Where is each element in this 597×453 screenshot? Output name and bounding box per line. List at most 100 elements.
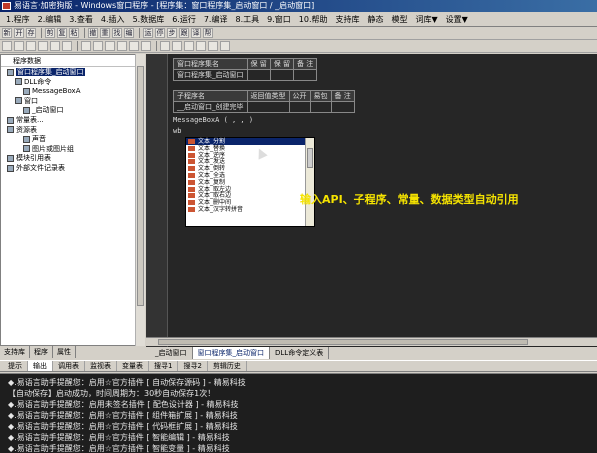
toolbar-button-icon[interactable]: 找 [112,28,122,38]
autocomplete-item[interactable]: 文本_汉字转拼音 [186,206,314,213]
align-button-icon[interactable] [220,41,230,51]
menu-item-1[interactable]: 2.编辑 [34,13,66,26]
sub-table-cell[interactable]: __启动窗口_创建完毕 [173,101,248,113]
align-button-icon[interactable] [129,41,139,51]
editor-tab-2[interactable]: DLL命令定义表 [270,347,330,359]
menu-item-6[interactable]: 7.编译 [200,13,232,26]
menu-item-5[interactable]: 6.运行 [168,13,200,26]
align-button-icon[interactable] [196,41,206,51]
toolbar-button-icon[interactable]: 撤 [88,28,98,38]
menu-item-4[interactable]: 5.数据库 [129,13,169,26]
tree-item[interactable]: 外部文件记录表 [7,164,65,173]
toolbar-button-icon[interactable]: 停 [155,28,165,38]
align-button-icon[interactable] [141,41,151,51]
code-line-1[interactable]: MessageBoxA ( , , ) [173,116,253,124]
autocomplete-item[interactable]: 文本_倒转 [186,165,314,172]
output-tab-0[interactable]: 提示 [3,361,28,371]
align-button-icon[interactable] [105,41,115,51]
toolbar-button-icon[interactable]: 帮 [203,28,213,38]
autocomplete-item[interactable]: 文本_全选 [186,172,314,179]
align-button-icon[interactable] [38,41,48,51]
menu-item-3[interactable]: 4.插入 [97,13,129,26]
autocomplete-item[interactable]: 文本_删中间 [186,199,314,206]
tree-item[interactable]: _启动窗口 [23,106,64,115]
tree-item[interactable]: DLL命令 [15,78,51,87]
menu-item-0[interactable]: 1.程序 [2,13,34,26]
class-table-cell[interactable]: 窗口程序集_启动窗口 [173,69,248,81]
editor-tab-1[interactable]: 窗口程序集_启动窗口 [192,347,270,359]
align-button-icon[interactable] [26,41,36,51]
output-tab-3[interactable]: 监视表 [85,361,117,371]
menu-item-14[interactable]: 设置▼ [442,13,472,26]
toolbar-button-icon[interactable]: 重 [100,28,110,38]
align-button-icon[interactable] [172,41,182,51]
tree-item[interactable]: 声音 [23,135,46,144]
menu-item-2[interactable]: 3.查看 [65,13,97,26]
code-line-2[interactable]: wb [173,127,181,135]
class-table-header: 保 留 [269,58,294,70]
sub-table-cell[interactable] [246,101,290,113]
sub-table-cell[interactable] [309,101,332,113]
left-tab-0[interactable]: 支持库 [0,346,30,358]
output-tab-7[interactable]: 剪辑历史 [208,361,247,371]
tree-scroll-thumb[interactable] [137,66,144,306]
menu-item-7[interactable]: 8.工具 [231,13,263,26]
align-button-icon[interactable] [2,41,12,51]
menu-item-9[interactable]: 10.帮助 [295,13,332,26]
output-tab-2[interactable]: 调用表 [53,361,85,371]
tree-item[interactable]: 图片或图片组 [23,145,74,154]
popup-scrollbar[interactable] [305,138,314,226]
toolbar-button-icon[interactable]: 跟 [179,28,189,38]
align-button-icon[interactable] [93,41,103,51]
align-button-icon[interactable] [81,41,91,51]
toolbar-button-icon[interactable]: 译 [191,28,201,38]
align-button-icon[interactable] [184,41,194,51]
align-button-icon[interactable] [117,41,127,51]
class-table-cell[interactable] [246,69,271,81]
toolbar-button-icon[interactable]: 剪 [45,28,55,38]
toolbar-button-icon[interactable]: 开 [14,28,24,38]
autocomplete-item[interactable]: 文本_替换 [186,145,314,152]
tree-item[interactable]: 窗口程序集_启动窗口 [7,68,85,77]
menu-item-8[interactable]: 9.窗口 [263,13,295,26]
toolbar-button-icon[interactable]: 编 [124,28,134,38]
tree-item[interactable]: 窗口 [15,97,38,106]
output-tab-6[interactable]: 搜寻2 [178,361,208,371]
menu-item-10[interactable]: 支持库 [332,13,364,26]
tree-item[interactable]: 常量表... [7,116,44,125]
sub-table-cell[interactable] [288,101,311,113]
tree-item[interactable]: MessageBoxA [23,87,80,96]
popup-scroll-thumb[interactable] [307,148,313,168]
autocomplete-item[interactable]: 文本_复制 [186,179,314,186]
left-tab-1[interactable]: 程序 [30,346,53,358]
align-button-icon[interactable] [160,41,170,51]
output-tab-4[interactable]: 变量表 [117,361,149,371]
toolbar-button-icon[interactable]: 存 [26,28,36,38]
sub-table-cell[interactable] [330,101,355,113]
tree-scrollbar[interactable] [135,54,145,346]
menu-item-12[interactable]: 模型 [388,13,412,26]
align-button-icon[interactable] [50,41,60,51]
tree-item[interactable]: 模块引用表 [7,154,51,163]
output-tab-5[interactable]: 搜寻1 [149,361,179,371]
align-button-icon[interactable] [208,41,218,51]
editor-tab-0[interactable]: _启动窗口 [150,347,193,359]
tree-item[interactable]: 资源表 [7,126,37,135]
toolbar-button-icon[interactable]: 新 [2,28,12,38]
toolbar-button-icon[interactable]: 复 [57,28,67,38]
toolbar-button-icon[interactable]: 步 [167,28,177,38]
align-button-icon[interactable] [14,41,24,51]
left-tab-2[interactable]: 属性 [53,346,76,358]
editor-hscroll-thumb[interactable] [158,339,528,345]
autocomplete-item[interactable]: 文本_分割 [186,138,314,145]
autocomplete-popup[interactable]: 文本_分割 文本_替换 文本_逆序 文本_发送 文本_倒转 文本_全选 文本_复制 文本_取左… [185,137,315,227]
class-table-cell[interactable] [292,69,318,81]
toolbar-button-icon[interactable]: 运 [143,28,153,38]
menu-item-11[interactable]: 静态 [364,13,388,26]
class-table-cell[interactable] [269,69,294,81]
align-button-icon[interactable] [62,41,72,51]
output-tab-1[interactable]: 输出 [28,361,53,371]
menu-item-13[interactable]: 词库▼ [412,13,442,26]
toolbar-button-icon[interactable]: 粘 [69,28,79,38]
editor-hscrollbar[interactable] [146,337,597,346]
